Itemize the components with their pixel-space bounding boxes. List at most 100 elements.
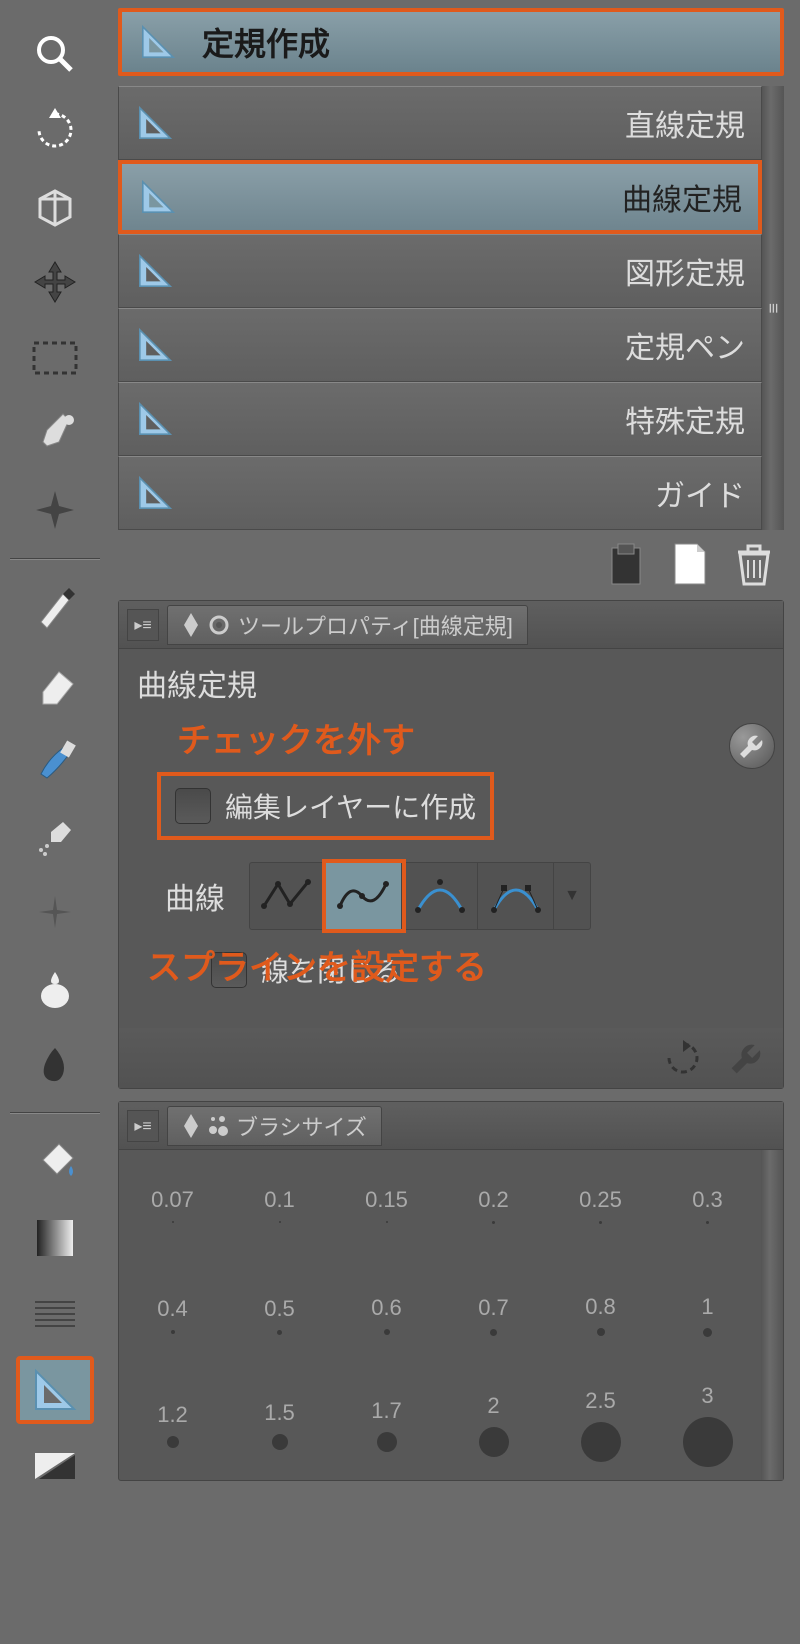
brush-size-value: 3 — [701, 1383, 713, 1409]
perspective-tool[interactable] — [16, 172, 94, 240]
brush-size-cell[interactable]: 0.5 — [226, 1260, 333, 1370]
group-title: 定規作成 — [202, 19, 330, 65]
curve-dropdown[interactable]: ▼ — [554, 887, 590, 905]
wrench-button[interactable] — [729, 723, 775, 769]
brush-dot-icon — [479, 1427, 509, 1457]
brush-size-cell[interactable]: 1.7 — [333, 1370, 440, 1480]
dodge-tool[interactable] — [16, 878, 94, 946]
brush-size-value: 1.7 — [371, 1398, 402, 1424]
brush-size-value: 0.5 — [264, 1296, 295, 1322]
subtool-figure-ruler[interactable]: 図形定規 — [118, 234, 762, 308]
brush-size-cell[interactable]: 2.5 — [547, 1370, 654, 1480]
dock-button[interactable]: ▸≡ — [127, 1110, 159, 1142]
reset-button[interactable] — [657, 1034, 709, 1082]
eyedropper-tool[interactable] — [16, 400, 94, 468]
brush-dot-icon — [599, 1221, 602, 1224]
subtool-guide[interactable]: ガイド — [118, 456, 762, 530]
brush-scrollbar[interactable] — [761, 1150, 783, 1480]
panel-header: ▸≡ ツールプロパティ[曲線定規] — [119, 601, 783, 649]
subtool-actions — [110, 534, 792, 594]
split-icon — [33, 1451, 77, 1481]
detail-wrench-button[interactable] — [721, 1034, 773, 1082]
brush-size-cell[interactable]: 0.7 — [440, 1260, 547, 1370]
brush-size-cell[interactable]: 1 — [654, 1260, 761, 1370]
decoration-tool[interactable] — [16, 476, 94, 544]
eraser-tool[interactable] — [16, 650, 94, 718]
brush-dot-icon — [386, 1221, 388, 1223]
curve-spline[interactable] — [326, 863, 402, 929]
airbrush-tool[interactable] — [16, 802, 94, 870]
subtool-straight-ruler[interactable]: 直線定規 — [118, 86, 762, 160]
toolbar-divider — [10, 1112, 100, 1114]
brush-size-value: 0.6 — [371, 1295, 402, 1321]
brush-size-cell[interactable]: 0.07 — [119, 1150, 226, 1260]
curve-polyline[interactable] — [250, 863, 326, 929]
brush-size-cell[interactable]: 3 — [654, 1370, 761, 1480]
ruler-tool[interactable] — [16, 1356, 94, 1424]
create-on-layer-checkbox[interactable] — [175, 788, 211, 824]
property-tab[interactable]: ツールプロパティ[曲線定規] — [167, 605, 528, 645]
curve-bezier-cubic[interactable] — [478, 863, 554, 929]
brush-size-value: 1.2 — [157, 1402, 188, 1428]
new-page-button[interactable] — [664, 540, 716, 588]
subtool-ruler-pen[interactable]: 定規ペン — [118, 308, 762, 382]
tone-tool[interactable] — [16, 1280, 94, 1348]
zoom-tool[interactable] — [16, 20, 94, 88]
wrench-icon — [738, 732, 766, 760]
subtool-special-ruler[interactable]: 特殊定規 — [118, 382, 762, 456]
arc2-icon — [488, 876, 544, 916]
pen-tool[interactable] — [16, 574, 94, 642]
triangle-ruler-icon — [30, 1365, 80, 1415]
subtool-scrollbar[interactable]: ≡ — [762, 86, 784, 530]
brush-size-cell[interactable]: 0.8 — [547, 1260, 654, 1370]
brush-dot-icon — [277, 1330, 282, 1335]
brush-size-value: 2.5 — [585, 1388, 616, 1414]
subtool-curve-ruler[interactable]: 曲線定規 — [118, 160, 762, 234]
property-footer — [119, 1028, 783, 1088]
brush-size-cell[interactable]: 1.5 — [226, 1370, 333, 1480]
brush-dot-icon — [272, 1434, 288, 1450]
dock-button[interactable]: ▸≡ — [127, 609, 159, 641]
brush-tool[interactable] — [16, 726, 94, 794]
magnifier-icon — [33, 32, 77, 76]
brush-size-cell[interactable]: 0.1 — [226, 1150, 333, 1260]
brush-size-value: 0.1 — [264, 1187, 295, 1213]
gear-icon — [208, 614, 230, 636]
rotate-tool[interactable] — [16, 96, 94, 164]
blend-tool[interactable] — [16, 954, 94, 1022]
brush-size-value: 1.5 — [264, 1400, 295, 1426]
brush-tab[interactable]: ブラシサイズ — [167, 1106, 382, 1146]
brush-size-cell[interactable]: 0.6 — [333, 1260, 440, 1370]
brush-dot-icon — [167, 1436, 179, 1448]
clipboard-icon — [606, 542, 646, 586]
brush-size-cell[interactable]: 0.15 — [333, 1150, 440, 1260]
dots-icon — [208, 1114, 228, 1138]
rotate-icon — [33, 108, 77, 152]
brush-size-cell[interactable]: 1.2 — [119, 1370, 226, 1480]
brush-size-value: 0.25 — [579, 1187, 622, 1213]
brush-size-value: 0.15 — [365, 1187, 408, 1213]
move-tool[interactable] — [16, 248, 94, 316]
brush-size-cell[interactable]: 0.4 — [119, 1260, 226, 1370]
delete-button[interactable] — [728, 540, 780, 588]
brush-size-cell[interactable]: 2 — [440, 1370, 547, 1480]
brush-size-cell[interactable]: 0.3 — [654, 1150, 761, 1260]
gradient-tool[interactable] — [16, 1204, 94, 1272]
brush-size-cell[interactable]: 0.25 — [547, 1150, 654, 1260]
triangle-ruler-icon — [135, 251, 175, 291]
brush-dot-icon — [597, 1328, 605, 1336]
liquify-tool[interactable] — [16, 1030, 94, 1098]
brush-dot-icon — [703, 1328, 712, 1337]
marquee-tool[interactable] — [16, 324, 94, 392]
tool-group-header[interactable]: 定規作成 — [118, 8, 784, 76]
subtool-label: 特殊定規 — [625, 397, 745, 441]
arc-icon — [412, 876, 468, 916]
brush-size-cell[interactable]: 0.2 — [440, 1150, 547, 1260]
annotation-spline: スプラインを設定する — [147, 940, 787, 989]
curve-bezier-quadratic[interactable] — [402, 863, 478, 929]
bucket-icon — [33, 1140, 77, 1184]
frame-tool[interactable] — [16, 1432, 94, 1500]
fill-tool[interactable] — [16, 1128, 94, 1196]
clipboard-button[interactable] — [600, 540, 652, 588]
brush-size-panel: ▸≡ ブラシサイズ 0.07 0.1 0.15 0.2 0.25 0.3 0.4 0.5 0.6… — [118, 1101, 784, 1481]
